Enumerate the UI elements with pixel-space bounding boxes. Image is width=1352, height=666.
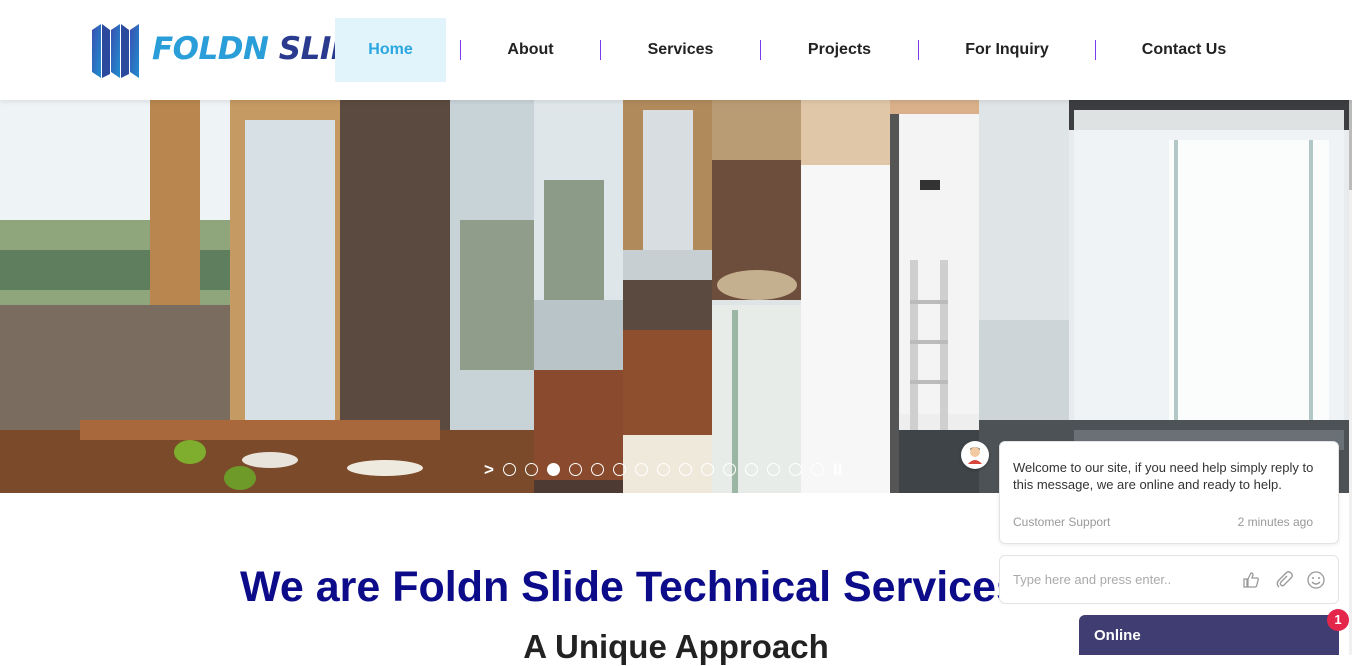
nav-item-for-inquiry[interactable]: For Inquiry bbox=[919, 18, 1095, 82]
main-nav: Home About Services Projects For Inquiry… bbox=[335, 18, 1272, 82]
pause-icon[interactable]: II bbox=[833, 461, 842, 478]
chat-status-label: Online bbox=[1094, 627, 1141, 644]
slider-dot[interactable] bbox=[744, 462, 758, 476]
nav-item-projects[interactable]: Projects bbox=[761, 18, 918, 82]
nav-item-home[interactable]: Home bbox=[335, 18, 446, 82]
chat-input-box[interactable]: Type here and press enter.. bbox=[999, 555, 1339, 604]
slide-image-strip bbox=[712, 100, 801, 493]
thumbs-up-icon[interactable] bbox=[1241, 570, 1261, 590]
slide-image-strip bbox=[801, 100, 890, 493]
emoji-icon[interactable] bbox=[1306, 570, 1326, 590]
slide-image-strip bbox=[623, 100, 712, 493]
slider-dot[interactable] bbox=[722, 462, 736, 476]
support-avatar bbox=[961, 441, 989, 469]
logo-panels-icon bbox=[92, 24, 139, 78]
slider-dot[interactable] bbox=[656, 462, 670, 476]
slider-pagination: > II bbox=[484, 460, 842, 478]
slider-dot[interactable] bbox=[810, 462, 824, 476]
slider-dot[interactable] bbox=[678, 462, 692, 476]
slider-dot[interactable] bbox=[700, 462, 714, 476]
slider-dot[interactable] bbox=[612, 462, 626, 476]
site-header: FOLDN SLIDE Home About Services Projects… bbox=[0, 0, 1352, 100]
slider-dot[interactable] bbox=[634, 462, 648, 476]
slider-dot[interactable] bbox=[590, 462, 604, 476]
nav-item-contact-us[interactable]: Contact Us bbox=[1096, 18, 1272, 82]
chat-timestamp: 2 minutes ago bbox=[1237, 515, 1313, 529]
slide-image-restaurant bbox=[0, 100, 534, 493]
chat-status-bar[interactable]: Online bbox=[1079, 615, 1339, 655]
chat-input-placeholder[interactable]: Type here and press enter.. bbox=[1013, 572, 1171, 587]
paperclip-icon[interactable] bbox=[1273, 570, 1293, 590]
unread-badge: 1 bbox=[1327, 609, 1349, 631]
slider-dot[interactable] bbox=[788, 462, 802, 476]
slide-image-glass-office bbox=[979, 100, 1349, 493]
slider-dot[interactable] bbox=[524, 462, 538, 476]
chat-message-text: Welcome to our site, if you need help si… bbox=[1013, 460, 1314, 492]
chat-sender: Customer Support bbox=[1013, 515, 1111, 529]
slider-dot[interactable] bbox=[502, 462, 516, 476]
slide-image-strip bbox=[534, 100, 623, 493]
site-logo[interactable]: FOLDN SLIDE bbox=[92, 22, 377, 82]
slider-dot[interactable] bbox=[568, 462, 582, 476]
slider-dot[interactable] bbox=[766, 462, 780, 476]
nav-item-services[interactable]: Services bbox=[601, 18, 760, 82]
slide-image-strip bbox=[890, 100, 979, 493]
chat-message-bubble: Welcome to our site, if you need help si… bbox=[999, 441, 1339, 544]
slider-dot-active[interactable] bbox=[546, 462, 560, 476]
hero-slider[interactable] bbox=[0, 100, 1349, 493]
chevron-right-icon[interactable]: > bbox=[484, 461, 494, 478]
nav-item-about[interactable]: About bbox=[461, 18, 600, 82]
